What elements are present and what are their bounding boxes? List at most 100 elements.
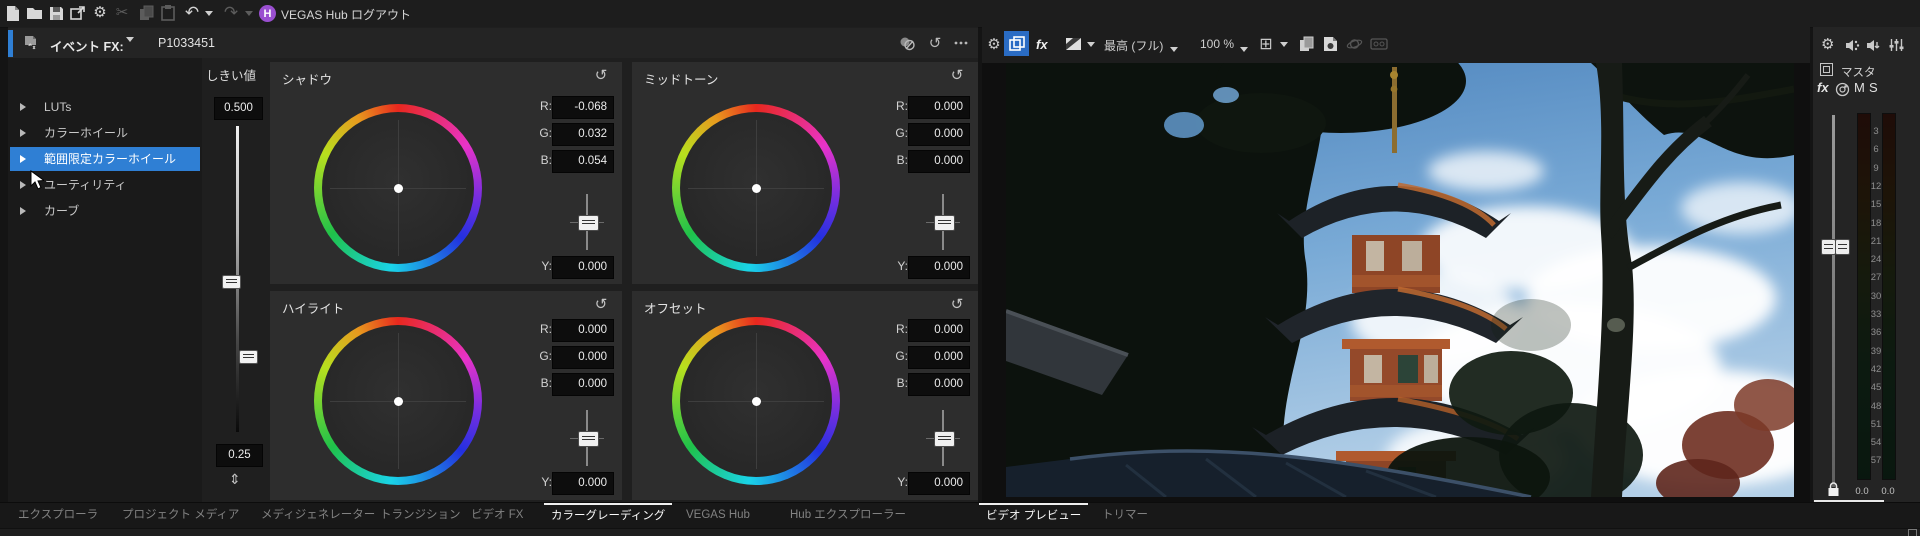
grid-overlay-icon[interactable]: ⊞: [1256, 32, 1276, 56]
g-value[interactable]: 0.000: [908, 123, 970, 146]
tab-vegas-hub[interactable]: VEGAS Hub: [679, 503, 757, 529]
bus-fx-button[interactable]: fx: [1817, 80, 1829, 95]
reset-icon[interactable]: ↺: [948, 67, 966, 85]
tab-media-generators[interactable]: メディジェネレーター: [254, 503, 382, 529]
preview-settings-gear-icon[interactable]: ⚙: [984, 32, 1004, 56]
mute-output-speaker-icon[interactable]: [1866, 39, 1881, 55]
slider-handle[interactable]: [577, 215, 599, 231]
reset-icon[interactable]: ↺: [592, 296, 610, 314]
wheel-handle[interactable]: [751, 183, 761, 193]
reset-chain-icon[interactable]: ↺: [926, 34, 944, 52]
tree-item-color-wheel[interactable]: カラーホイール: [10, 121, 200, 145]
g-value[interactable]: 0.000: [552, 346, 614, 369]
g-value[interactable]: 0.032: [552, 123, 614, 146]
luma-slider[interactable]: [560, 410, 614, 466]
expand-arrow-icon[interactable]: [20, 103, 26, 111]
expand-arrow-icon[interactable]: [20, 181, 26, 189]
preset-name[interactable]: P1033451: [158, 36, 215, 50]
highlights-color-wheel[interactable]: [314, 317, 482, 485]
video-output-fx-button[interactable]: fx: [1036, 37, 1048, 52]
volume-fader-left-handle[interactable]: [1821, 239, 1836, 255]
dock-corner-icon[interactable]: [1908, 529, 1917, 536]
preview-zoom-value[interactable]: 100 %: [1200, 37, 1234, 51]
tree-item-limited-color-wheel[interactable]: 範囲限定カラーホイール: [10, 147, 200, 171]
faders-icon[interactable]: [1889, 38, 1904, 55]
midtones-color-wheel[interactable]: [672, 104, 840, 272]
vegas-hub-badge[interactable]: H: [259, 5, 276, 22]
luma-slider[interactable]: [560, 194, 614, 250]
expand-arrow-icon[interactable]: [20, 207, 26, 215]
g-value[interactable]: 0.000: [908, 346, 970, 369]
more-options-icon[interactable]: [952, 34, 970, 52]
downmix-speaker-icon[interactable]: [1845, 39, 1860, 55]
tab-video-preview[interactable]: ビデオ プレビュー: [979, 503, 1089, 529]
reset-icon[interactable]: ↺: [592, 67, 610, 85]
threshold-value-bottom[interactable]: 0.25: [216, 444, 263, 467]
r-value[interactable]: 0.000: [552, 319, 614, 342]
b-value[interactable]: 0.000: [552, 373, 614, 396]
threshold-low-handle[interactable]: [222, 275, 241, 289]
slider-handle[interactable]: [577, 431, 599, 447]
y-value[interactable]: 0.000: [552, 256, 614, 279]
tab-video-fx[interactable]: ビデオ FX: [464, 503, 530, 529]
y-value[interactable]: 0.000: [908, 256, 970, 279]
save-project-icon[interactable]: [46, 3, 66, 23]
r-value[interactable]: 0.000: [908, 96, 970, 119]
b-value[interactable]: 0.054: [552, 150, 614, 173]
save-snapshot-icon[interactable]: [1320, 32, 1340, 56]
preview-quality-dropdown[interactable]: 最高 (フル): [1104, 37, 1163, 54]
tab-explorer[interactable]: エクスプローラ: [11, 503, 105, 529]
offset-color-wheel[interactable]: [672, 317, 840, 485]
luma-slider[interactable]: [916, 194, 970, 250]
tree-item-luts[interactable]: LUTs: [10, 95, 200, 119]
undo-dropdown-icon[interactable]: [203, 3, 215, 23]
threshold-high-handle[interactable]: [239, 350, 258, 364]
tab-trimmer[interactable]: トリマー: [1095, 503, 1155, 529]
y-value[interactable]: 0.000: [552, 472, 614, 495]
y-value[interactable]: 0.000: [908, 472, 970, 495]
tab-project-media[interactable]: プロジェクト メディア: [115, 503, 246, 529]
threshold-fit-icon[interactable]: ⇕: [229, 471, 241, 488]
wheel-handle[interactable]: [751, 396, 761, 406]
open-project-icon[interactable]: [24, 3, 44, 23]
split-screen-icon[interactable]: [1062, 32, 1084, 56]
bypass-fx-icon[interactable]: [898, 34, 916, 52]
mixer-settings-gear-icon[interactable]: ⚙: [1821, 35, 1834, 53]
volume-fader-track[interactable]: [1832, 115, 1835, 487]
reset-icon[interactable]: ↺: [948, 296, 966, 314]
b-value[interactable]: 0.000: [908, 373, 970, 396]
project-properties-icon[interactable]: [68, 3, 88, 23]
tab-color-grading[interactable]: カラーグレーディング: [544, 503, 673, 529]
bus-dim-icon[interactable]: [1820, 63, 1833, 76]
quality-dropdown-icon[interactable]: [1168, 37, 1180, 61]
event-fx-dropdown-icon[interactable]: [126, 37, 134, 56]
automation-icon[interactable]: [1835, 82, 1850, 100]
expand-arrow-icon[interactable]: [20, 155, 26, 163]
external-monitor-toggle[interactable]: [1004, 31, 1029, 56]
mute-button[interactable]: M: [1854, 80, 1865, 95]
split-screen-dropdown-icon[interactable]: [1085, 32, 1097, 56]
expand-arrow-icon[interactable]: [20, 129, 26, 137]
r-value[interactable]: 0.000: [908, 319, 970, 342]
b-value[interactable]: 0.000: [908, 150, 970, 173]
settings-gear-icon[interactable]: ⚙: [90, 3, 110, 23]
lock-icon[interactable]: [1827, 482, 1840, 500]
vegas-hub-logout-button[interactable]: VEGAS Hub ログアウト: [281, 6, 411, 23]
luma-slider[interactable]: [916, 410, 970, 466]
threshold-value-top[interactable]: 0.500: [214, 97, 263, 120]
r-value[interactable]: -0.068: [552, 96, 614, 119]
undo-icon[interactable]: ↶: [182, 3, 202, 23]
slider-handle[interactable]: [933, 431, 955, 447]
slider-handle[interactable]: [933, 215, 955, 231]
volume-fader-right-handle[interactable]: [1835, 239, 1850, 255]
zoom-dropdown-icon[interactable]: [1238, 37, 1250, 61]
shadows-color-wheel[interactable]: [314, 104, 482, 272]
tab-hub-explorer[interactable]: Hub エクスプローラー: [783, 503, 913, 529]
wheel-handle[interactable]: [393, 396, 403, 406]
copy-snapshot-icon[interactable]: [1296, 32, 1316, 56]
wheel-handle[interactable]: [393, 183, 403, 193]
new-project-icon[interactable]: [3, 3, 23, 23]
tree-item-curves[interactable]: カーブ: [10, 199, 200, 223]
solo-button[interactable]: S: [1869, 80, 1878, 95]
tab-transitions[interactable]: トランジション: [373, 503, 468, 529]
